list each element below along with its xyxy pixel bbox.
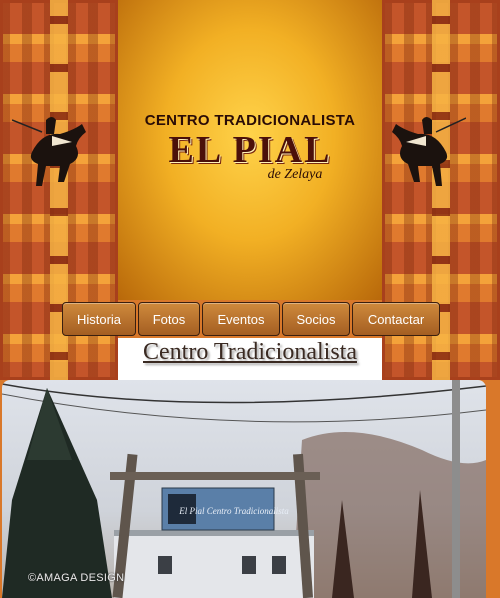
logo-top-text: CENTRO TRADICIONALISTA — [144, 112, 356, 129]
page-title: Centro Tradicionalista — [143, 339, 357, 365]
site-logo[interactable]: CENTRO TRADICIONALISTA EL PIAL de Zelaya — [118, 112, 382, 183]
gaucho-horse-icon — [12, 117, 86, 186]
nav-socios-button[interactable]: Socios — [282, 302, 350, 336]
nav-historia-button[interactable]: Historia — [62, 302, 136, 336]
sign-text: El Pial Centro Tradicionalista — [178, 506, 289, 516]
header-banner: CENTRO TRADICIONALISTA EL PIAL de Zelaya — [118, 0, 382, 300]
nav-contactar-button[interactable]: Contactar — [352, 302, 440, 336]
entrance-photo: El Pial Centro Tradicionalista — [2, 380, 486, 598]
nav-fotos-button[interactable]: Fotos — [138, 302, 200, 336]
logo-main-text: EL PIAL — [168, 129, 332, 171]
watermark: ©AMAGA DESIGN — [28, 572, 125, 584]
nav-eventos-button[interactable]: Eventos — [202, 302, 280, 336]
gaucho-horse-icon — [392, 117, 466, 186]
photo-scene: El Pial Centro Tradicionalista — [2, 380, 486, 598]
